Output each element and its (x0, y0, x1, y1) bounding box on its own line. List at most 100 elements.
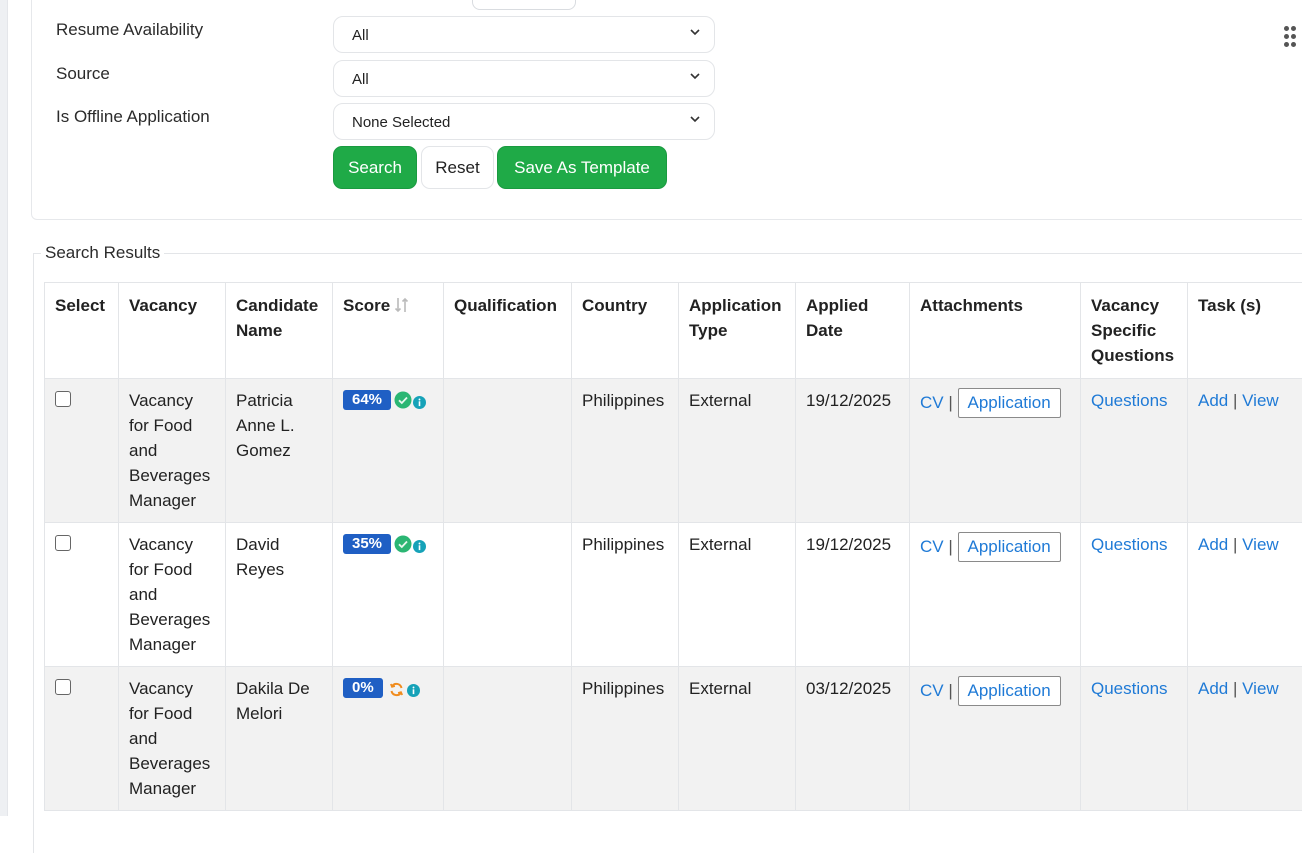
score-badge: 35% (343, 534, 391, 554)
resume-availability-value: All (352, 27, 369, 44)
view-task-link[interactable]: View (1242, 391, 1279, 410)
separator: | (1233, 679, 1237, 698)
select-cell (45, 379, 119, 523)
questions-link[interactable]: Questions (1091, 535, 1168, 554)
vacancy-cell: Vacancy for Food and Beverages Manager (119, 523, 226, 667)
tasks-cell: Add | View (1188, 379, 1302, 523)
application-button[interactable]: Application (958, 532, 1061, 562)
resume-availability-select[interactable]: All (333, 16, 715, 53)
vacancy-cell: Vacancy for Food and Beverages Manager (119, 667, 226, 811)
applied-date-cell: 19/12/2025 (796, 523, 910, 667)
col-select: Select (45, 283, 119, 379)
country-cell: Philippines (572, 379, 679, 523)
col-candidate-name: Candidate Name (226, 283, 333, 379)
candidate-name-cell: Patricia Anne L. Gomez (226, 379, 333, 523)
application-type-cell: External (679, 667, 796, 811)
chevron-down-icon (688, 25, 702, 39)
separator: | (948, 681, 952, 700)
select-checkbox[interactable] (55, 391, 71, 407)
candidate-name-cell: Dakila De Melori (226, 667, 333, 811)
vacancy-cell: Vacancy for Food and Beverages Manager (119, 379, 226, 523)
country-cell: Philippines (572, 667, 679, 811)
add-task-link[interactable]: Add (1198, 679, 1228, 698)
score-cell: 35% (333, 523, 444, 667)
chevron-down-icon (688, 69, 702, 83)
offline-application-value: None Selected (352, 114, 450, 131)
tasks-cell: Add | View (1188, 667, 1302, 811)
select-checkbox[interactable] (55, 679, 71, 695)
chevron-down-icon (688, 112, 702, 126)
col-country: Country (572, 283, 679, 379)
score-badge: 0% (343, 678, 383, 698)
attachments-cell: CV | Application (910, 523, 1081, 667)
table-row: Vacancy for Food and Beverages Manager P… (45, 379, 1302, 523)
application-type-cell: External (679, 523, 796, 667)
candidate-name-cell: David Reyes (226, 523, 333, 667)
application-button[interactable]: Application (958, 676, 1061, 706)
info-icon[interactable] (413, 540, 426, 553)
qualification-cell (444, 379, 572, 523)
add-task-link[interactable]: Add (1198, 391, 1228, 410)
source-select[interactable]: All (333, 60, 715, 97)
col-score-label: Score (343, 296, 390, 315)
qualification-cell (444, 523, 572, 667)
col-vacancy: Vacancy (119, 283, 226, 379)
reset-button[interactable]: Reset (421, 146, 494, 189)
cv-link[interactable]: CV (920, 681, 944, 700)
source-value: All (352, 71, 369, 88)
score-cell: 64% (333, 379, 444, 523)
table-header-row: Select Vacancy Candidate Name Score Qual… (45, 283, 1302, 379)
offline-application-label: Is Offline Application (56, 107, 210, 127)
cv-link[interactable]: CV (920, 393, 944, 412)
save-as-template-button[interactable]: Save As Template (497, 146, 667, 189)
check-circle-icon (394, 535, 412, 553)
applied-date-cell: 19/12/2025 (796, 379, 910, 523)
view-task-link[interactable]: View (1242, 679, 1279, 698)
top-field-stub[interactable] (472, 0, 576, 10)
col-tasks: Task (s) (1188, 283, 1302, 379)
source-label: Source (56, 64, 110, 84)
application-type-cell: External (679, 379, 796, 523)
questions-cell: Questions (1081, 379, 1188, 523)
select-cell (45, 523, 119, 667)
col-qualification: Qualification (444, 283, 572, 379)
check-circle-icon (394, 391, 412, 409)
select-checkbox[interactable] (55, 535, 71, 551)
info-icon[interactable] (407, 684, 420, 697)
select-cell (45, 667, 119, 811)
separator: | (948, 393, 952, 412)
col-vacancy-specific-questions: Vacancy Specific Questions (1081, 283, 1188, 379)
cv-link[interactable]: CV (920, 537, 944, 556)
col-application-type: Application Type (679, 283, 796, 379)
tasks-cell: Add | View (1188, 523, 1302, 667)
separator: | (1233, 391, 1237, 410)
score-badge: 64% (343, 390, 391, 410)
qualification-cell (444, 667, 572, 811)
attachments-cell: CV | Application (910, 379, 1081, 523)
separator: | (948, 537, 952, 556)
application-button[interactable]: Application (958, 388, 1061, 418)
score-cell: 0% (333, 667, 444, 811)
attachments-cell: CV | Application (910, 667, 1081, 811)
table-row: Vacancy for Food and Beverages Manager D… (45, 667, 1302, 811)
left-panel-edge (0, 0, 8, 816)
col-attachments: Attachments (910, 283, 1081, 379)
view-task-link[interactable]: View (1242, 535, 1279, 554)
results-table: Select Vacancy Candidate Name Score Qual… (44, 282, 1302, 811)
refresh-icon[interactable] (389, 682, 404, 697)
questions-link[interactable]: Questions (1091, 679, 1168, 698)
col-score[interactable]: Score (333, 283, 444, 379)
search-results-legend: Search Results (41, 243, 164, 263)
sort-icon[interactable] (394, 296, 410, 314)
questions-cell: Questions (1081, 667, 1188, 811)
info-icon[interactable] (413, 396, 426, 409)
separator: | (1233, 535, 1237, 554)
col-applied-date: Applied Date (796, 283, 910, 379)
questions-cell: Questions (1081, 523, 1188, 667)
add-task-link[interactable]: Add (1198, 535, 1228, 554)
search-button[interactable]: Search (333, 146, 417, 189)
offline-application-select[interactable]: None Selected (333, 103, 715, 140)
questions-link[interactable]: Questions (1091, 391, 1168, 410)
resume-availability-label: Resume Availability (56, 20, 203, 40)
grip-dots-icon[interactable] (1284, 26, 1298, 52)
